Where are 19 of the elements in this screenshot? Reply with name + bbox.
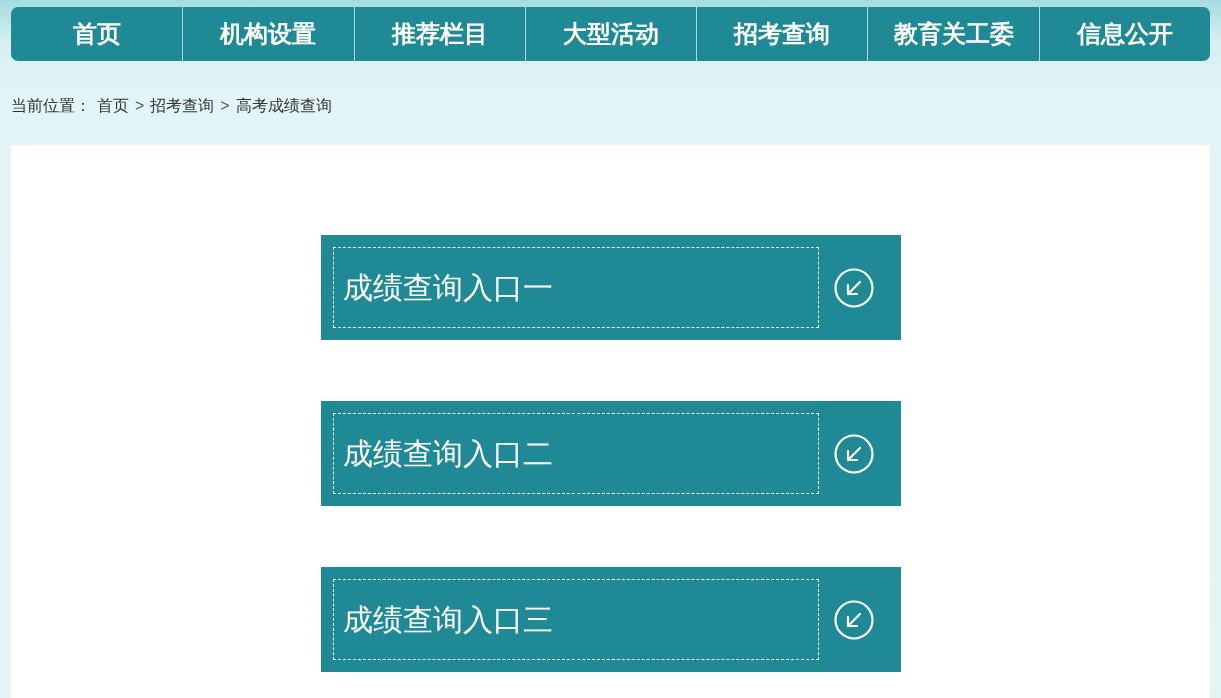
nav-link[interactable]: 教育关工委 [867, 7, 1039, 61]
nav-link[interactable]: 机构设置 [182, 7, 354, 61]
nav-link[interactable]: 大型活动 [524, 7, 697, 61]
nav-link[interactable]: 首页 [11, 7, 183, 61]
arrow-circle-icon [833, 433, 874, 474]
breadcrumb-label: 当前位置： [11, 96, 91, 116]
breadcrumb-current: 高考成绩查询 [235, 96, 332, 116]
entry-button[interactable]: 成绩查询入口一 [320, 235, 901, 340]
nav-link[interactable]: 推荐栏目 [353, 7, 525, 61]
nav-link[interactable]: 招考查询 [696, 7, 868, 61]
entry-button[interactable]: 成绩查询入口二 [320, 401, 901, 506]
breadcrumb-separator: > [220, 96, 230, 116]
breadcrumb-separator: > [135, 96, 145, 116]
arrow-circle-icon [833, 267, 874, 308]
breadcrumb-link[interactable]: 招考查询 [150, 94, 215, 118]
entry-button[interactable]: 成绩查询入口三 [320, 567, 901, 672]
nav-link[interactable]: 信息公开 [1038, 7, 1210, 61]
arrow-circle-icon [833, 599, 874, 640]
breadcrumb-link[interactable]: 首页 [97, 94, 129, 118]
